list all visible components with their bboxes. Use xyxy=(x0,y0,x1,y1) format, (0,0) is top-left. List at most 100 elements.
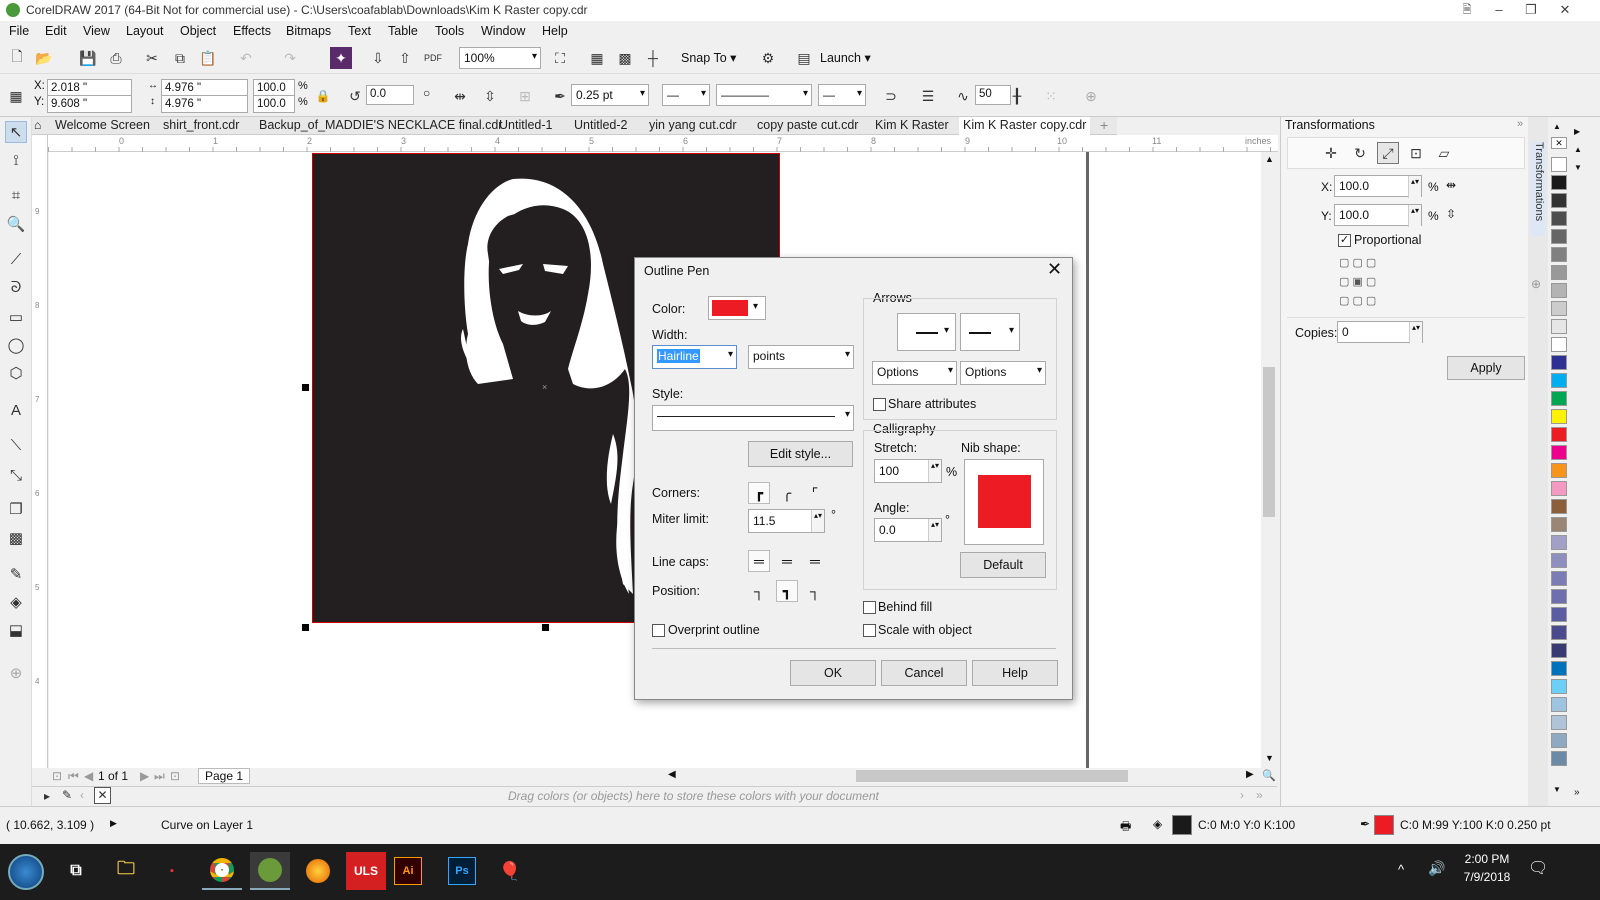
palette-color-swatch[interactable] xyxy=(1551,589,1567,604)
add-docker-icon[interactable]: ⊕ xyxy=(1531,277,1541,291)
y-position-field[interactable]: 9.608 " xyxy=(47,95,132,113)
menu-layout[interactable]: Layout xyxy=(126,24,164,38)
rotation-center-icon[interactable]: × xyxy=(542,382,547,392)
start-button-icon[interactable] xyxy=(8,854,44,890)
close-button[interactable]: ✕ xyxy=(1548,0,1582,21)
apply-button[interactable]: Apply xyxy=(1447,356,1525,380)
pattern-icon[interactable]: ⁙ xyxy=(1040,85,1062,107)
bevel-corner-icon[interactable]: ⌜ xyxy=(804,482,826,504)
object-height-field[interactable]: 4.976 " xyxy=(161,95,248,113)
illustrator-icon[interactable]: Ai xyxy=(394,857,422,885)
palette-color-swatch[interactable] xyxy=(1551,499,1567,514)
document-palette[interactable]: ▸ ✎ ‹ ✕ Drag colors (or objects) here to… xyxy=(32,786,1277,804)
launch-icon[interactable]: ▤ xyxy=(793,47,815,69)
docker-scroll-right-icon[interactable]: ▶ xyxy=(1574,127,1580,136)
width-dropdown[interactable]: Hairline xyxy=(652,345,737,369)
menu-table[interactable]: Table xyxy=(388,24,418,38)
palette-color-swatch[interactable] xyxy=(1551,319,1567,334)
full-screen-icon[interactable]: ⛶ xyxy=(549,47,571,69)
scale-x-field[interactable]: 100.0 xyxy=(1334,175,1422,198)
rotate-icon[interactable]: ↻ xyxy=(1349,142,1371,164)
artistic-media-icon[interactable]: ᘐ xyxy=(5,277,27,299)
vertical-ruler[interactable]: 9 8 7 6 5 4 xyxy=(32,135,48,768)
cut-icon[interactable]: ✂ xyxy=(141,47,163,69)
lock-ratio-icon[interactable]: 🔒 xyxy=(312,85,334,107)
pick-tool-icon[interactable]: ↖ xyxy=(5,121,27,143)
palette-color-swatch[interactable] xyxy=(1551,463,1567,478)
tab-yin-yang-cut[interactable]: yin yang cut.cdr xyxy=(645,117,741,135)
publish-pdf-icon[interactable]: PDF xyxy=(422,47,444,69)
edit-style-button[interactable]: Edit style... xyxy=(748,441,853,467)
end-arrow-selector[interactable]: ▾ xyxy=(960,313,1020,351)
align-icon[interactable]: ⊞ xyxy=(514,85,536,107)
app-icon-red[interactable]: ▪ xyxy=(152,852,192,890)
angle-field[interactable]: 0.0 xyxy=(874,518,942,542)
no-fill-swatch[interactable]: ✕ xyxy=(1551,137,1567,149)
tab-kim-k-raster-copy[interactable]: Kim K Raster copy.cdr xyxy=(959,117,1091,135)
end-arrow-dropdown[interactable]: — xyxy=(818,84,866,106)
zoom-tool-icon[interactable]: 🔍 xyxy=(5,214,27,236)
uls-icon[interactable]: ULS xyxy=(346,852,386,890)
last-page-icon[interactable]: ⏭ xyxy=(154,769,165,784)
outside-position-icon[interactable]: ┐ xyxy=(748,580,770,602)
horizontal-scroll-thumb[interactable] xyxy=(856,770,1128,782)
file-explorer-icon[interactable]: 🗀 xyxy=(106,852,146,890)
coreldraw-taskbar-icon[interactable] xyxy=(250,852,290,890)
palette-color-swatch[interactable] xyxy=(1551,517,1567,532)
skew-icon[interactable]: ▱ xyxy=(1433,142,1455,164)
redo-icon[interactable]: ↷ xyxy=(279,47,301,69)
default-nib-button[interactable]: Default xyxy=(960,552,1046,578)
square-cap-icon[interactable]: ═ xyxy=(804,550,826,572)
menu-edit[interactable]: Edit xyxy=(45,24,67,38)
scroll-right-icon[interactable]: ▶ xyxy=(1246,769,1254,780)
palette-color-swatch[interactable] xyxy=(1551,751,1567,766)
show-rulers-icon[interactable]: ▦ xyxy=(586,47,608,69)
photoshop-icon[interactable]: Ps xyxy=(448,857,476,885)
inside-position-icon[interactable]: ┐ xyxy=(804,580,826,602)
show-guidelines-icon[interactable]: ┼ xyxy=(642,47,664,69)
page-tab-1[interactable]: Page 1 xyxy=(198,768,251,784)
palette-color-swatch[interactable] xyxy=(1551,571,1567,586)
palette-scroll-left-icon[interactable]: ‹ xyxy=(80,788,84,802)
tab-shirt-front[interactable]: shirt_front.cdr xyxy=(159,117,243,135)
palette-color-swatch[interactable] xyxy=(1551,229,1567,244)
round-cap-icon[interactable]: ═ xyxy=(776,550,798,572)
close-curve-icon[interactable]: ⊃ xyxy=(880,85,902,107)
outline-width-dropdown[interactable]: 0.25 pt xyxy=(571,84,649,106)
scale-with-object-checkbox[interactable] xyxy=(863,624,876,637)
menu-bitmaps[interactable]: Bitmaps xyxy=(286,24,331,38)
selection-handle-bottom-left[interactable] xyxy=(302,624,309,631)
menu-effects[interactable]: Effects xyxy=(233,24,271,38)
tab-copy-paste-cut[interactable]: copy paste cut.cdr xyxy=(753,117,862,135)
fill-color-swatch[interactable] xyxy=(1172,815,1192,835)
palette-flyout-icon[interactable]: ▸ xyxy=(44,789,50,803)
selection-handle-bottom[interactable] xyxy=(542,624,549,631)
rectangle-tool-icon[interactable]: ▭ xyxy=(5,307,27,329)
mirror-horizontal-icon[interactable]: ⇹ xyxy=(449,85,471,107)
docker-collapse-icon[interactable]: » xyxy=(1517,118,1523,130)
end-arrow-options[interactable]: Options xyxy=(960,361,1046,385)
drop-shadow-icon[interactable]: ❐ xyxy=(5,499,27,521)
zoom-navigator-icon[interactable]: 🔍 xyxy=(1262,769,1276,782)
zoom-level-dropdown[interactable]: 100% xyxy=(459,47,541,69)
mirror-h-icon[interactable]: ⇹ xyxy=(1446,178,1456,192)
vertical-scroll-thumb[interactable] xyxy=(1263,367,1275,517)
menu-object[interactable]: Object xyxy=(180,24,216,38)
palette-color-swatch[interactable] xyxy=(1551,247,1567,262)
transformations-docker-tab[interactable]: Transformations xyxy=(1531,142,1545,236)
next-page-icon[interactable]: ▶ xyxy=(140,769,149,783)
add-page-before-icon[interactable]: ⊡ xyxy=(52,769,62,783)
connector-tool-icon[interactable]: ⤡ xyxy=(5,465,27,487)
palette-color-swatch[interactable] xyxy=(1551,193,1567,208)
outline-pen-icon[interactable]: ✒ xyxy=(549,85,571,107)
stretch-field[interactable]: 100 xyxy=(874,459,942,483)
vertical-scrollbar[interactable]: ▲ ▼ xyxy=(1261,152,1278,768)
scroll-up-icon[interactable]: ▲ xyxy=(1265,154,1274,164)
balloon-app-icon[interactable]: 🎈 xyxy=(490,852,530,890)
paste-icon[interactable]: 📋 xyxy=(197,47,219,69)
chrome-icon[interactable] xyxy=(202,852,242,890)
open-icon[interactable]: 📂 xyxy=(33,47,55,69)
quick-customize-icon[interactable]: ⊕ xyxy=(1080,85,1102,107)
volume-icon[interactable]: 🔊 xyxy=(1428,860,1445,877)
tab-untitled-1[interactable]: Untitled-1 xyxy=(495,117,557,135)
